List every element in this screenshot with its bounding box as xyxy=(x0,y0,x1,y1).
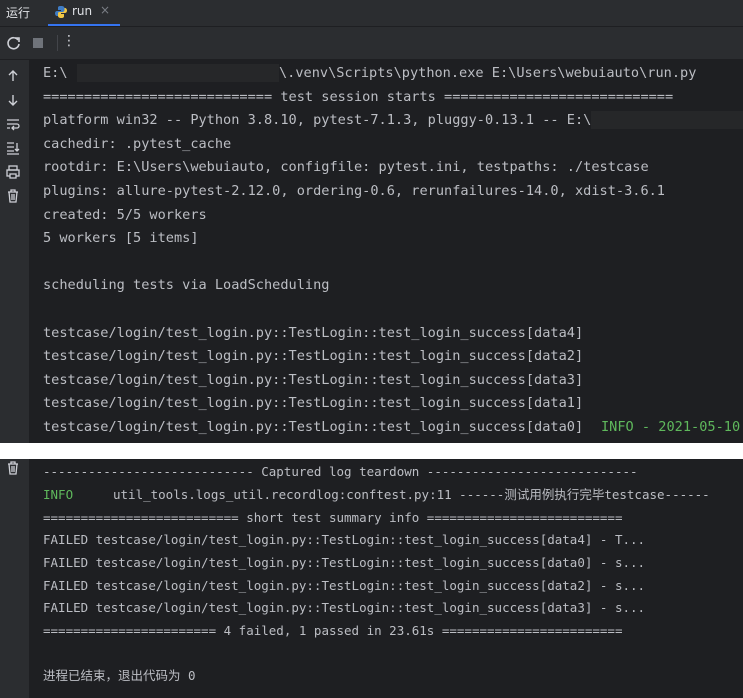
redacted-path xyxy=(77,64,279,82)
redacted-path xyxy=(591,111,743,129)
soft-wrap-icon[interactable] xyxy=(5,116,21,132)
scroll-to-end-icon[interactable] xyxy=(5,140,21,156)
failed-line: FAILED testcase/login/test_login.py::Tes… xyxy=(43,600,646,615)
console-line: rootdir: E:\Users\webuiauto, configfile:… xyxy=(43,159,649,175)
more-icon[interactable]: ⋮ xyxy=(60,33,78,51)
log-message: util_tools.logs_util.recordlog:conftest.… xyxy=(113,487,710,502)
arrow-down-icon[interactable] xyxy=(5,92,21,108)
close-tab-icon[interactable]: × xyxy=(100,3,110,17)
console-line: \.venv\Scripts\python.exe E:\Users\webui… xyxy=(279,65,697,81)
summary-header: ========================== short test su… xyxy=(43,510,623,525)
run-tool-window-top: 运行 run × ⋮ E:\ \.venv\Scripts\python.exe… xyxy=(0,0,743,443)
failed-line: FAILED testcase/login/test_login.py::Tes… xyxy=(43,532,646,547)
console-line: 5 workers [5 items] xyxy=(43,230,199,246)
console-line: testcase/login/test_login.py::TestLogin:… xyxy=(43,395,584,411)
run-toolbar: ⋮ xyxy=(0,27,743,60)
tool-window-header: 运行 run × xyxy=(0,0,743,27)
trash-icon[interactable] xyxy=(5,460,21,476)
rerun-icon[interactable] xyxy=(5,34,23,52)
captured-log-header: ---------------------------- Captured lo… xyxy=(43,464,638,479)
tab-run-label: run xyxy=(72,4,93,18)
console-line: testcase/login/test_login.py::TestLogin:… xyxy=(43,372,584,388)
arrow-up-icon[interactable] xyxy=(5,68,21,84)
console-output[interactable]: ---------------------------- Captured lo… xyxy=(29,459,743,698)
python-icon xyxy=(55,6,67,18)
active-tab-indicator xyxy=(48,24,120,26)
tool-window-title: 运行 xyxy=(6,6,31,20)
toolbar-separator xyxy=(57,35,58,51)
exit-code-line: 进程已结束，退出代码为 0 xyxy=(43,668,196,683)
run-tool-window-bottom: ---------------------------- Captured lo… xyxy=(0,459,743,698)
console-line: testcase/login/test_login.py::TestLogin:… xyxy=(43,419,584,435)
tab-run[interactable]: run × xyxy=(48,0,120,26)
failed-line: FAILED testcase/login/test_login.py::Tes… xyxy=(43,578,646,593)
result-line: ======================= 4 failed, 1 pass… xyxy=(43,623,623,638)
console-line: platform win32 -- Python 3.8.10, pytest-… xyxy=(43,112,592,128)
log-level: INFO xyxy=(43,487,74,502)
failed-line: FAILED testcase/login/test_login.py::Tes… xyxy=(43,555,646,570)
console-line: plugins: allure-pytest-2.12.0, ordering-… xyxy=(43,183,665,199)
console-line: cachedir: .pytest_cache xyxy=(43,136,232,152)
console-side-toolbar xyxy=(0,459,28,698)
info-log-text: INFO - 2021-05-10 xyxy=(601,419,741,435)
console-output[interactable]: E:\ \.venv\Scripts\python.exe E:\Users\w… xyxy=(29,60,743,443)
console-line: created: 5/5 workers xyxy=(43,207,207,223)
print-icon[interactable] xyxy=(5,164,21,180)
console-line: E:\ xyxy=(43,65,68,81)
console-line: scheduling tests via LoadScheduling xyxy=(43,277,330,293)
stop-icon[interactable] xyxy=(29,34,47,52)
console-line: testcase/login/test_login.py::TestLogin:… xyxy=(43,348,584,364)
console-line: testcase/login/test_login.py::TestLogin:… xyxy=(43,325,584,341)
trash-icon[interactable] xyxy=(5,188,21,204)
console-side-toolbar xyxy=(0,60,28,443)
console-line: ============================ test sessio… xyxy=(43,89,674,105)
